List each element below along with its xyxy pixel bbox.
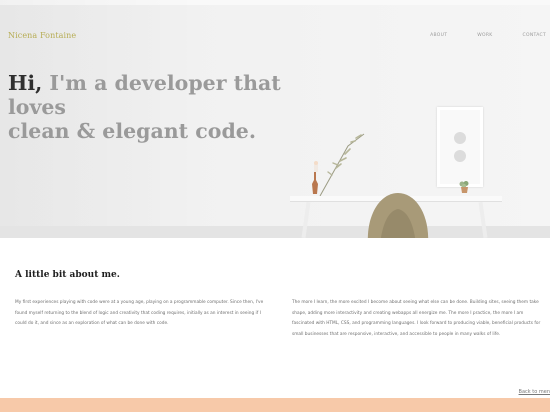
- site-brand-logo[interactable]: Nicena Fontaine: [8, 31, 76, 40]
- floor: [0, 226, 550, 238]
- headline-line1: I'm a developer that loves: [8, 71, 281, 119]
- potted-plant-image: [459, 181, 469, 193]
- about-paragraph-left: My first experiences playing with code w…: [15, 300, 264, 326]
- about-paragraph-right: The more I learn, the more excited I bec…: [292, 300, 541, 337]
- picture-frame-image: [437, 107, 483, 187]
- frame-circle-bottom: [454, 150, 466, 162]
- about-title: A little bit about me.: [15, 270, 120, 280]
- back-to-menu-link[interactable]: Back to men: [519, 389, 550, 395]
- nav-link-work[interactable]: WORK: [477, 33, 492, 38]
- nav-link-contact[interactable]: CONTACT: [523, 33, 546, 38]
- chair-image: [367, 193, 429, 238]
- headline-line2: clean & elegant code.: [8, 119, 256, 143]
- hero-section: Nicena Fontaine ABOUT WORK CONTACT Hi, I…: [0, 0, 550, 238]
- frame-circle-top: [454, 132, 466, 144]
- candle-holder-image: [314, 161, 318, 172]
- nav-link-about[interactable]: ABOUT: [430, 33, 447, 38]
- headline-greeting: Hi,: [8, 71, 43, 95]
- copper-vase-image: [312, 172, 318, 194]
- top-navigation: ABOUT WORK CONTACT: [400, 33, 546, 38]
- footer-bar: [0, 398, 550, 412]
- hero-headline: Hi, I'm a developer that loves clean & el…: [8, 71, 338, 143]
